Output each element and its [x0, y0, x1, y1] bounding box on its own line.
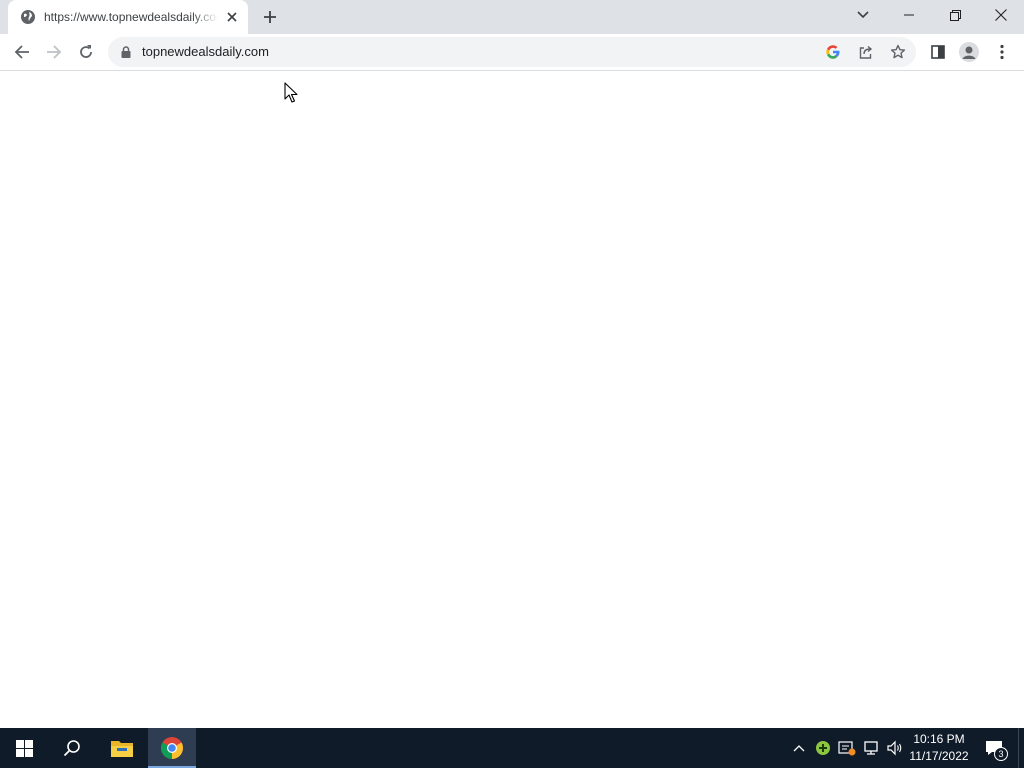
- lock-icon[interactable]: [120, 45, 132, 59]
- notification-count-badge: 3: [994, 747, 1008, 761]
- profile-icon[interactable]: [955, 38, 983, 66]
- taskbar: 10:16 PM 11/17/2022 3: [0, 728, 1024, 768]
- share-icon[interactable]: [855, 41, 877, 63]
- show-desktop-button[interactable]: [1018, 728, 1024, 768]
- search-icon[interactable]: [48, 728, 96, 768]
- globe-icon: [20, 9, 36, 25]
- page-content: [0, 71, 1024, 728]
- volume-icon[interactable]: [884, 728, 906, 768]
- star-icon[interactable]: [887, 41, 909, 63]
- address-bar[interactable]: topnewdealsdaily.com: [108, 37, 916, 67]
- kebab-menu-icon[interactable]: [988, 38, 1016, 66]
- avatar: [959, 42, 979, 62]
- close-icon[interactable]: [978, 0, 1024, 30]
- clock-time: 10:16 PM: [913, 732, 965, 746]
- notification-center-button[interactable]: 3: [980, 728, 1008, 768]
- new-tab-button[interactable]: [258, 5, 282, 29]
- reload-icon[interactable]: [72, 38, 100, 66]
- chrome-icon[interactable]: [148, 728, 196, 768]
- tab-strip: https://www.topnewdealsdaily.com: [0, 0, 1024, 34]
- tab-title: https://www.topnewdealsdaily.com: [44, 10, 218, 24]
- minimize-icon[interactable]: [886, 0, 932, 30]
- taskbar-clock[interactable]: 10:16 PM 11/17/2022: [906, 731, 972, 765]
- back-arrow-icon[interactable]: [8, 38, 36, 66]
- browser-tab[interactable]: https://www.topnewdealsdaily.com: [8, 0, 248, 34]
- plus-badge-icon[interactable]: [812, 728, 834, 768]
- tab-search-icon[interactable]: [850, 3, 876, 27]
- mouse-cursor-icon: [284, 82, 298, 103]
- url-text[interactable]: topnewdealsdaily.com: [142, 44, 269, 60]
- clock-date: 11/17/2022: [909, 749, 969, 763]
- tab-close-icon[interactable]: [223, 8, 241, 26]
- network-icon[interactable]: [860, 728, 882, 768]
- alert-icon[interactable]: [836, 728, 858, 768]
- browser-toolbar: topnewdealsdaily.com: [0, 34, 1024, 71]
- windows-start-icon[interactable]: [0, 728, 48, 768]
- google-icon[interactable]: [822, 41, 844, 63]
- forward-arrow-icon[interactable]: [40, 38, 68, 66]
- chevron-up-icon[interactable]: [788, 728, 810, 768]
- restore-icon[interactable]: [932, 0, 978, 30]
- side-panel-icon[interactable]: [924, 38, 952, 66]
- file-explorer-icon[interactable]: [98, 728, 146, 768]
